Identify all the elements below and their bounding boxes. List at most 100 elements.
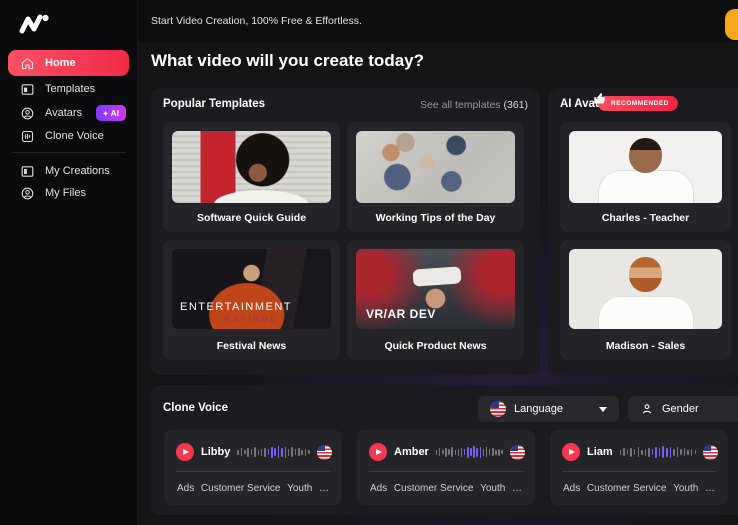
us-flag-icon [703,445,718,460]
popular-templates-title: Popular Templates [163,98,265,110]
us-flag-icon [510,445,525,460]
logo-mark-icon [18,11,50,37]
more-tags-button[interactable]: … [705,483,715,494]
template-thumbnail: VR/AR DEV [356,249,515,329]
sidebar-item-my-files[interactable]: My Files [8,182,129,204]
voice-card[interactable]: Libby Ads Customer Service Youth … [164,430,342,505]
template-thumbnail [356,131,515,203]
sidebar-item-label: Home [45,57,76,69]
thumbnail-overlay-text: VR/AR DEV [366,307,436,321]
voice-tag[interactable]: Customer Service [201,483,280,494]
voice-tag[interactable]: Youth [673,483,698,494]
clone-voice-icon [20,129,35,144]
language-dropdown-label: Language [514,403,563,415]
template-card[interactable]: Software Quick Guide [163,122,340,232]
thumbnail-overlay-subtext: RAFINDE [224,314,278,324]
template-thumbnail: ENTERTAINMENT RAFINDE [172,249,331,329]
voice-waveform [436,444,503,460]
sidebar-item-avatars[interactable]: Avatars AI [8,102,129,124]
my-creations-icon [20,164,35,179]
templates-icon [20,82,35,97]
my-files-icon [20,186,35,201]
voice-waveform [620,444,696,460]
person-icon [640,402,654,416]
sparkle-icon [103,108,109,118]
sidebar-item-home[interactable]: Home [8,50,129,76]
play-button[interactable] [369,443,387,461]
more-tags-button[interactable]: … [319,483,329,494]
template-caption: Working Tips of the Day [347,212,524,224]
sidebar-item-clone-voice[interactable]: Clone Voice [8,125,129,147]
see-all-templates-link[interactable]: See all templates (361) [420,99,528,111]
popular-templates-panel: Popular Templates See all templates (361… [151,88,540,375]
gender-dropdown-label: Gender [662,403,699,415]
avatar-card[interactable]: Charles - Teacher [560,122,731,232]
avatar-card[interactable]: Madison - Sales [560,240,731,360]
sidebar-item-label: My Files [45,187,86,199]
voice-tag[interactable]: Ads [177,483,194,494]
avatar-thumbnail [569,249,722,329]
template-thumbnail [172,131,331,203]
play-button[interactable] [176,443,194,461]
sidebar: Home Templates Avatars AI Clone Voice [0,0,138,525]
voice-tag[interactable]: Youth [287,483,312,494]
ai-avatars-panel: AI Avatars RECOMMENDED Charles - Teacher… [548,88,738,375]
us-flag-icon [317,445,332,460]
avatar-caption: Madison - Sales [560,340,731,352]
thumbnail-overlay-text: ENTERTAINMENT [180,301,292,313]
voice-card-divider [562,471,716,472]
chevron-down-icon [599,407,607,412]
play-button[interactable] [562,443,580,461]
avatar-caption: Charles - Teacher [560,212,731,224]
voice-card-divider [369,471,523,472]
app-logo[interactable] [18,11,50,37]
voice-name: Libby [201,446,230,458]
thumbs-up-icon [593,91,608,106]
sidebar-item-label: Templates [45,83,95,95]
voice-card-header: Amber [369,438,525,466]
clone-voice-title: Clone Voice [163,402,228,414]
cta-button[interactable] [725,9,738,40]
gender-dropdown[interactable]: Gender [628,396,738,422]
template-caption: Festival News [163,340,340,352]
voice-tags: Ads Customer Service Youth … [563,478,715,498]
voice-tag[interactable]: Ads [370,483,387,494]
voice-card[interactable]: Amber Ads Customer Service Youth … [357,430,535,505]
sidebar-item-label: Clone Voice [45,130,104,142]
voice-name: Liam [587,446,613,458]
sidebar-item-templates[interactable]: Templates [8,78,129,100]
app-window: Home Templates Avatars AI Clone Voice [0,0,738,525]
voice-card[interactable]: Liam Ads Customer Service Youth … [550,430,728,505]
us-flag-icon [490,401,506,417]
page-title: What video will you create today? [151,51,424,71]
voice-tags: Ads Customer Service Youth … [370,478,522,498]
ai-feature-badge: AI [96,105,126,121]
sidebar-item-my-creations[interactable]: My Creations [8,160,129,182]
voice-waveform [237,444,310,460]
sidebar-item-label: Avatars [45,107,82,119]
voice-tag[interactable]: Customer Service [394,483,473,494]
top-bar: Start Video Creation, 100% Free & Effort… [138,0,738,42]
voice-card-divider [176,471,330,472]
voice-card-header: Liam [562,438,718,466]
voice-tag[interactable]: Ads [563,483,580,494]
voice-card-header: Libby [176,438,332,466]
voice-tag[interactable]: Customer Service [587,483,666,494]
more-tags-button[interactable]: … [512,483,522,494]
voice-tags: Ads Customer Service Youth … [177,478,329,498]
tagline-text: Start Video Creation, 100% Free & Effort… [151,15,362,27]
recommended-badge: RECOMMENDED [598,96,678,111]
voice-tag[interactable]: Youth [480,483,505,494]
template-caption: Quick Product News [347,340,524,352]
template-card[interactable]: ENTERTAINMENT RAFINDE Festival News [163,240,340,360]
clone-voice-panel: Clone Voice Language Gender Libby Ads Cu [151,385,738,515]
template-card[interactable]: VR/AR DEV Quick Product News [347,240,524,360]
language-dropdown[interactable]: Language [478,396,619,422]
template-card[interactable]: Working Tips of the Day [347,122,524,232]
template-caption: Software Quick Guide [163,212,340,224]
sidebar-item-label: My Creations [45,165,110,177]
voice-name: Amber [394,446,429,458]
avatars-icon [20,106,35,121]
sidebar-divider [12,152,126,153]
avatar-thumbnail [569,131,722,203]
